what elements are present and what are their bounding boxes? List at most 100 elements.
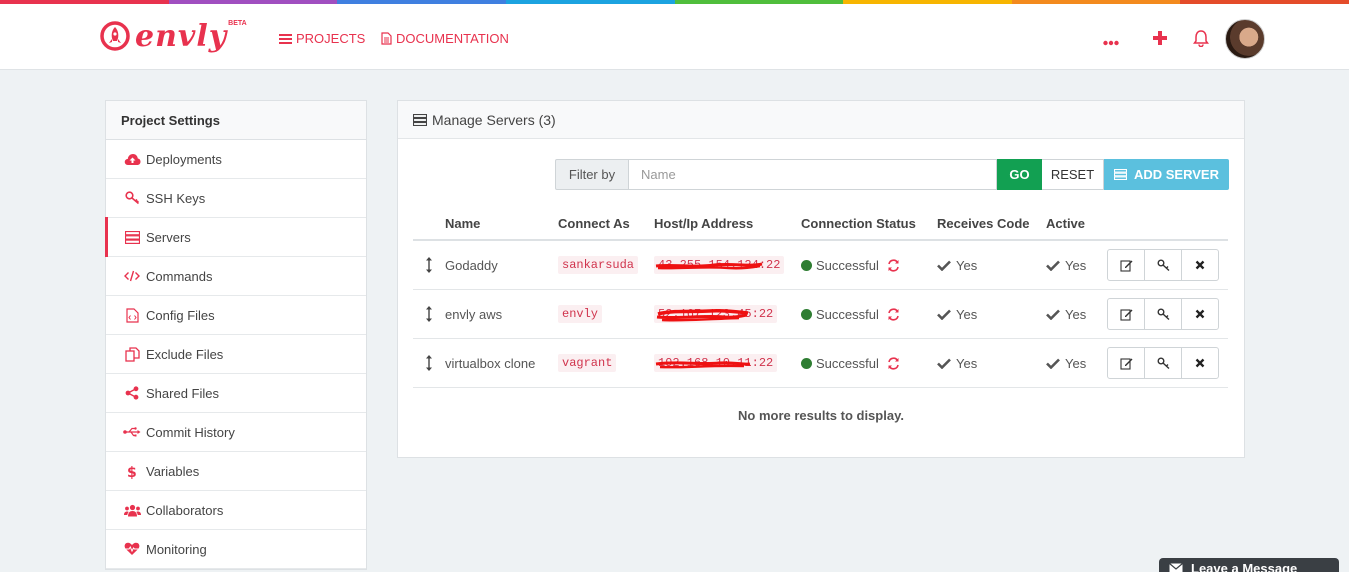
reset-button[interactable]: RESET xyxy=(1042,159,1104,190)
server-icon xyxy=(123,229,141,245)
more-icon[interactable] xyxy=(1103,33,1119,49)
refresh-icon[interactable] xyxy=(887,356,900,370)
connection-status: Successful xyxy=(816,306,879,322)
check-icon xyxy=(1046,309,1060,320)
receives-code: Yes xyxy=(956,355,978,371)
project-settings-sidebar: Project Settings Deployments SSH Keys Se… xyxy=(105,100,367,570)
sidebar-item-label: Commands xyxy=(146,268,213,284)
col-connection-status[interactable]: Connection Status xyxy=(801,216,937,231)
edit-icon xyxy=(1119,259,1132,272)
col-connect-as[interactable]: Connect As xyxy=(558,216,654,231)
sidebar-item-exclude-files[interactable]: Exclude Files xyxy=(106,335,366,374)
sidebar-item-monitoring[interactable]: Monitoring xyxy=(106,530,366,569)
file-code-icon xyxy=(123,307,141,323)
key-icon xyxy=(1157,357,1169,369)
sidebar-item-shared-files[interactable]: Shared Files xyxy=(106,374,366,413)
col-receives-code[interactable]: Receives Code xyxy=(937,216,1046,231)
drag-handle-icon[interactable] xyxy=(425,305,433,323)
sidebar-item-collaborators[interactable]: Collaborators xyxy=(106,491,366,530)
check-icon xyxy=(937,309,951,320)
user-avatar[interactable] xyxy=(1225,19,1265,59)
sidebar-item-commit-history[interactable]: Commit History xyxy=(106,413,366,452)
usb-icon xyxy=(123,424,141,440)
svg-text:$: $ xyxy=(127,465,137,479)
server-icon xyxy=(413,113,427,126)
redaction-scribble xyxy=(656,309,749,322)
edit-button[interactable] xyxy=(1107,249,1145,281)
sidebar-item-label: Servers xyxy=(146,229,191,245)
envly-logo[interactable]: envly BETA xyxy=(99,20,247,54)
edit-icon xyxy=(1119,357,1132,370)
check-icon xyxy=(937,260,951,271)
dollar-icon: $ xyxy=(123,463,141,479)
manage-servers-panel: Manage Servers (3) Filter by GO RESET AD… xyxy=(397,100,1245,458)
active-state: Yes xyxy=(1065,257,1087,273)
status-dot-icon xyxy=(801,357,812,369)
close-icon xyxy=(1195,358,1205,368)
receives-code: Yes xyxy=(956,306,978,322)
sidebar-item-label: Config Files xyxy=(146,307,215,323)
refresh-icon[interactable] xyxy=(887,258,900,272)
check-icon xyxy=(1046,260,1060,271)
redaction-scribble xyxy=(655,361,751,369)
close-icon xyxy=(1195,309,1205,319)
drag-handle-icon[interactable] xyxy=(425,256,433,274)
receives-code: Yes xyxy=(956,257,978,273)
table-header: Name Connect As Host/Ip Address Connecti… xyxy=(413,207,1228,241)
ssh-key-button[interactable] xyxy=(1144,347,1182,379)
rocket-logo-icon xyxy=(100,21,130,51)
plus-icon[interactable] xyxy=(1153,31,1167,48)
drag-handle-icon[interactable] xyxy=(425,354,433,372)
ssh-key-button[interactable] xyxy=(1144,249,1182,281)
sidebar-item-ssh-keys[interactable]: SSH Keys xyxy=(106,179,366,218)
panel-header: Manage Servers (3) xyxy=(398,101,1244,139)
top-navbar: envly BETA PROJECTS DOCUMENTATION xyxy=(0,4,1349,70)
go-button[interactable]: GO xyxy=(997,159,1042,190)
refresh-icon[interactable] xyxy=(887,307,900,321)
edit-button[interactable] xyxy=(1107,347,1145,379)
edit-icon xyxy=(1119,308,1132,321)
sidebar-item-label: Variables xyxy=(146,463,200,479)
ssh-key-button[interactable] xyxy=(1144,298,1182,330)
add-server-label: ADD SERVER xyxy=(1133,167,1219,182)
key-icon xyxy=(123,190,141,206)
chat-label: Leave a Message xyxy=(1191,560,1298,572)
users-icon xyxy=(123,502,141,518)
sidebar-item-servers[interactable]: Servers xyxy=(105,217,366,257)
sidebar-item-label: Collaborators xyxy=(146,502,224,518)
sidebar-item-deployments[interactable]: Deployments xyxy=(106,140,366,179)
check-icon xyxy=(937,358,951,369)
nav-projects-label: PROJECTS xyxy=(296,31,366,46)
col-name[interactable]: Name xyxy=(445,216,558,231)
copy-icon xyxy=(123,346,141,362)
redaction-scribble xyxy=(655,262,763,270)
bell-icon[interactable] xyxy=(1193,30,1209,50)
code-icon xyxy=(123,268,141,284)
nav-documentation-label: DOCUMENTATION xyxy=(396,31,509,46)
filter-name-input[interactable] xyxy=(629,159,997,190)
leave-message-widget[interactable]: Leave a Message xyxy=(1159,558,1339,572)
nav-projects[interactable]: PROJECTS xyxy=(279,31,365,46)
server-name: Godaddy xyxy=(445,257,498,273)
delete-button[interactable] xyxy=(1181,249,1219,281)
add-server-button[interactable]: ADD SERVER xyxy=(1104,159,1229,190)
edit-button[interactable] xyxy=(1107,298,1145,330)
sidebar-item-label: Monitoring xyxy=(146,541,207,557)
status-dot-icon xyxy=(801,308,812,320)
sidebar-item-label: SSH Keys xyxy=(146,190,206,206)
delete-button[interactable] xyxy=(1181,298,1219,330)
close-icon xyxy=(1195,260,1205,270)
col-host[interactable]: Host/Ip Address xyxy=(654,216,801,231)
connect-as-user: vagrant xyxy=(558,354,617,372)
col-active[interactable]: Active xyxy=(1046,216,1108,231)
connection-status: Successful xyxy=(816,355,879,371)
check-icon xyxy=(1046,358,1060,369)
delete-button[interactable] xyxy=(1181,347,1219,379)
sidebar-item-commands[interactable]: Commands xyxy=(106,257,366,296)
sidebar-item-variables[interactable]: $ Variables xyxy=(106,452,366,491)
nav-documentation[interactable]: DOCUMENTATION xyxy=(381,31,509,46)
server-icon xyxy=(1113,169,1127,180)
sidebar-item-config-files[interactable]: Config Files xyxy=(106,296,366,335)
table-row: virtualbox clone vagrant 192.168.10.11:2… xyxy=(413,339,1228,388)
key-icon xyxy=(1157,259,1169,271)
